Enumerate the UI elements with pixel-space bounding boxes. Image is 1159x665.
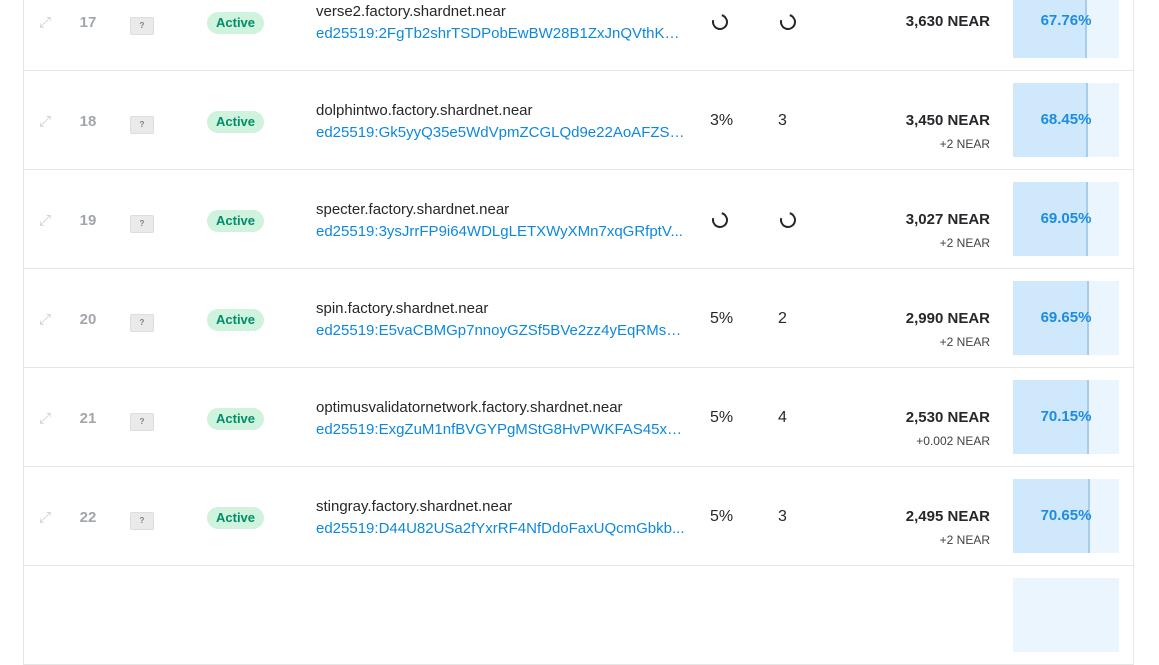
validator-order: 22	[79, 509, 97, 526]
cumulative-stake-bar: 70.65%	[1013, 479, 1119, 553]
expand-arrows-icon[interactable]: ⤢	[37, 213, 53, 229]
validator-public-key-link[interactable]: ed25519:E5vaCBMGp7nnoyGZSf5BVe2zz4yEqRMs…	[316, 322, 688, 339]
validator-account-id: optimusvalidatornetwork.factory.shardnet…	[316, 399, 623, 416]
cumulative-stake-percent: 67.76%	[1040, 12, 1092, 29]
stake-amount: 3,027 NEAR	[905, 211, 990, 228]
validator-fee: 5%	[710, 409, 734, 426]
validator-row[interactable]: ⤢ 19 ? Active specter.factory.shardnet.n…	[24, 170, 1133, 269]
cumulative-stake-percent: 70.15%	[1040, 408, 1092, 425]
validator-public-key-link[interactable]: ed25519:ExgZuM1nfBVGYPgMStG8HvPWKFAS45xa…	[316, 421, 688, 438]
status-badge: Active	[207, 210, 265, 232]
validator-order: 17	[79, 14, 97, 31]
validator-account-id: verse2.factory.shardnet.near	[316, 3, 506, 20]
status-badge: Active	[207, 111, 265, 133]
status-badge: Active	[207, 507, 265, 529]
cumulative-stake-bar: 69.05%	[1013, 182, 1119, 256]
validator-row[interactable]	[24, 566, 1133, 665]
loading-spinner-icon	[777, 11, 799, 33]
loading-spinner-icon	[709, 209, 731, 231]
validator-order: 21	[79, 410, 97, 427]
status-badge: Active	[207, 309, 265, 331]
cumulative-stake-percent: 70.65%	[1040, 507, 1092, 524]
validator-row[interactable]: ⤢ 21 ? Active optimusvalidatornetwork.fa…	[24, 368, 1133, 467]
validator-row[interactable]: ⤢ 22 ? Active stingray.factory.shardnet.…	[24, 467, 1133, 566]
validator-account-id: dolphintwo.factory.shardnet.near	[316, 102, 533, 119]
status-badge: Active	[207, 12, 265, 34]
expand-arrows-icon[interactable]: ⤢	[37, 114, 53, 130]
stake-amount: 2,990 NEAR	[905, 310, 990, 327]
stake-change: +2 NEAR	[939, 236, 990, 250]
unknown-country-badge: ?	[130, 413, 154, 431]
unknown-country-badge: ?	[130, 215, 154, 233]
cumulative-stake-bar	[1013, 578, 1119, 652]
cumulative-stake-bar: 67.76%	[1013, 0, 1119, 58]
expand-arrows-icon[interactable]: ⤢	[37, 510, 53, 526]
stake-amount: 2,530 NEAR	[905, 409, 990, 426]
validator-order: 20	[79, 311, 97, 328]
validator-row[interactable]: ⤢ 20 ? Active spin.factory.shardnet.near…	[24, 269, 1133, 368]
validator-public-key-link[interactable]: ed25519:D44U82USa2fYxrRF4NfDdoFaxUQcmGbk…	[316, 520, 688, 537]
cumulative-stake-percent: 69.65%	[1040, 309, 1092, 326]
unknown-country-badge: ?	[130, 17, 154, 35]
validators-table: ⤢ 17 ? Active verse2.factory.shardnet.ne…	[23, 0, 1134, 665]
validator-fee: 5%	[710, 508, 734, 525]
stake-amount: 2,495 NEAR	[905, 508, 990, 525]
validator-fee: 5%	[710, 310, 734, 327]
validator-row[interactable]: ⤢ 18 ? Active dolphintwo.factory.shardne…	[24, 71, 1133, 170]
unknown-country-badge: ?	[130, 512, 154, 530]
stake-change: +2 NEAR	[939, 137, 990, 151]
stake-amount: 3,630 NEAR	[905, 13, 990, 30]
validator-fee: 3%	[710, 112, 734, 129]
cumulative-stake-bar: 69.65%	[1013, 281, 1119, 355]
validator-order: 19	[79, 212, 97, 229]
stake-change: +2 NEAR	[939, 335, 990, 349]
delegators-count: 3	[778, 112, 787, 129]
cumulative-stake-percent: 68.45%	[1040, 111, 1092, 128]
unknown-country-badge: ?	[130, 314, 154, 332]
loading-spinner-icon	[709, 11, 731, 33]
validator-row[interactable]: ⤢ 17 ? Active verse2.factory.shardnet.ne…	[24, 0, 1133, 71]
delegators-count: 2	[778, 310, 787, 327]
validator-order: 18	[79, 113, 97, 130]
loading-spinner-icon	[777, 209, 799, 231]
expand-arrows-icon[interactable]: ⤢	[37, 15, 53, 31]
cumulative-stake-bar: 70.15%	[1013, 380, 1119, 454]
expand-arrows-icon[interactable]: ⤢	[37, 411, 53, 427]
validator-public-key-link[interactable]: ed25519:3ysJrrFP9i64WDLgLETXWyXMn7xqGRfp…	[316, 223, 688, 240]
expand-arrows-icon[interactable]: ⤢	[37, 312, 53, 328]
cumulative-stake-bar: 68.45%	[1013, 83, 1119, 157]
delegators-count: 4	[778, 409, 787, 426]
stake-amount: 3,450 NEAR	[905, 112, 990, 129]
status-badge: Active	[207, 408, 265, 430]
stake-change: +0.002 NEAR	[916, 434, 990, 448]
delegators-count: 3	[778, 508, 787, 525]
validator-account-id: stingray.factory.shardnet.near	[316, 498, 513, 515]
validator-account-id: spin.factory.shardnet.near	[316, 300, 489, 317]
validator-public-key-link[interactable]: ed25519:2FgTb2shrTSDPobEwBW28B1ZxJnQVthK…	[316, 25, 688, 42]
validator-public-key-link[interactable]: ed25519:Gk5yyQ35e5WdVpmZCGLQd9e22AoAFZS7…	[316, 124, 688, 141]
stake-change: +2 NEAR	[939, 533, 990, 547]
unknown-country-badge: ?	[130, 116, 154, 134]
cumulative-stake-percent: 69.05%	[1040, 210, 1092, 227]
validator-account-id: specter.factory.shardnet.near	[316, 201, 510, 218]
